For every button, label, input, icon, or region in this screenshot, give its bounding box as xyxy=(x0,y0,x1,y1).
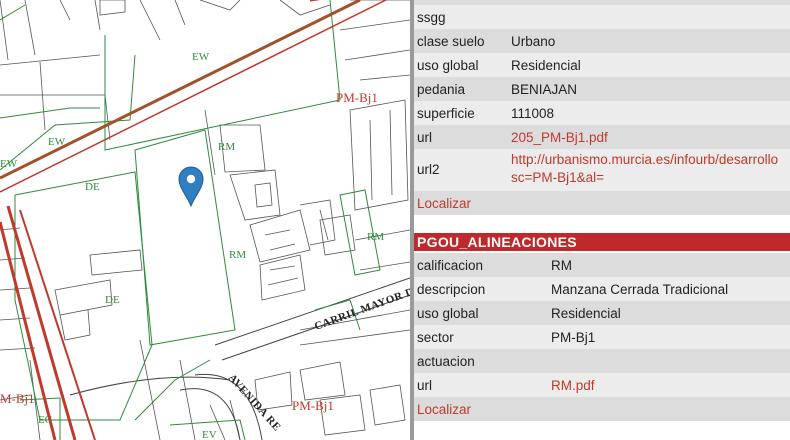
section-alineaciones: PGOU_ALINEACIONES calificacion RM descri… xyxy=(414,233,790,421)
map-pin-icon[interactable] xyxy=(178,166,204,208)
pdf-link[interactable]: 205_PM-Bj1.pdf xyxy=(511,130,790,145)
link-line-2: sc=PM-Bj1&al= xyxy=(511,170,605,185)
attr-row-url2: url2 http://urbanismo.murcia.es/infourb/… xyxy=(414,149,790,191)
attr-row-pedania: pedania BENIAJAN xyxy=(414,77,790,101)
attr-value: 111008 xyxy=(511,105,555,121)
zone-label-ew: EW xyxy=(48,136,66,148)
attr-value: Manzana Cerrada Tradicional xyxy=(551,281,729,297)
attr-value: BENIAJAN xyxy=(511,81,578,97)
section-title: PGOU_ALINEACIONES xyxy=(414,233,790,253)
attr-row-actuacion: actuacion xyxy=(414,349,790,373)
sector-label-pm-bj1: PM-Bj1 xyxy=(336,90,378,105)
map-view[interactable]: EW EW EW DE DE RM RM RM EG EV PM-Bj1 PM-… xyxy=(0,0,410,440)
attr-key: pedania xyxy=(417,81,466,97)
attr-key: uso global xyxy=(417,305,479,321)
attr-key: descripcion xyxy=(417,281,486,297)
attr-row-url: url 205_PM-Bj1.pdf xyxy=(414,125,790,149)
localizar-link[interactable]: Localizar xyxy=(414,191,790,215)
attr-key: ssgg xyxy=(417,9,446,25)
info-panel: ssgg clase suelo Urbano uso global Resid… xyxy=(414,0,790,440)
zone-label-rm: RM xyxy=(218,141,235,153)
zone-label-ew: EW xyxy=(0,158,18,170)
attr-row-clase-suelo: clase suelo Urbano xyxy=(414,29,790,53)
zone-label-de: DE xyxy=(85,181,100,193)
road-label-avenida: AVENIDA RE xyxy=(226,372,283,434)
sector-label-pm-bj1: M-Bj1 xyxy=(0,391,35,406)
attr-value: PM-Bj1 xyxy=(551,329,596,345)
zone-label-eg: EG xyxy=(38,414,53,426)
attr-key: uso global xyxy=(417,57,479,73)
attr-row-ssgg: ssgg xyxy=(414,5,790,29)
zone-label-ew: EW xyxy=(192,51,210,63)
attr-row-descripcion: descripcion Manzana Cerrada Tradicional xyxy=(414,277,790,301)
attr-row-superficie: superficie 111008 xyxy=(414,101,790,125)
attr-row-calificacion: calificacion RM xyxy=(414,253,790,277)
attr-value: Residencial xyxy=(551,305,621,321)
section-gap xyxy=(414,215,790,233)
road-label-carril: CARRIL MAYOR D xyxy=(313,286,410,333)
attr-key: clase suelo xyxy=(417,33,485,49)
attr-row-uso-global: uso global Residencial xyxy=(414,301,790,325)
attr-key: calificacion xyxy=(417,257,484,273)
external-link[interactable]: http://urbanismo.murcia.es/infourb/desar… xyxy=(511,149,790,187)
attr-value: Residencial xyxy=(511,57,581,73)
zone-label-de: DE xyxy=(105,294,120,306)
link-line-1: http://urbanismo.murcia.es/infourb/desar… xyxy=(511,152,779,167)
attr-value: Urbano xyxy=(511,33,556,49)
attr-key: superficie xyxy=(417,105,475,121)
map-canvas[interactable]: EW EW EW DE DE RM RM RM EG EV PM-Bj1 PM-… xyxy=(0,0,410,440)
attr-row-sector: sector PM-Bj1 xyxy=(414,325,790,349)
zone-label-rm: RM xyxy=(229,249,246,261)
zone-label-rm: RM xyxy=(367,231,384,243)
attr-key: url2 xyxy=(417,162,440,177)
attr-key: actuacion xyxy=(417,353,475,369)
pdf-link[interactable]: RM.pdf xyxy=(551,378,790,393)
attr-key: url xyxy=(417,129,433,145)
localizar-link[interactable]: Localizar xyxy=(414,397,790,421)
attr-row-uso-global: uso global Residencial xyxy=(414,53,790,77)
attr-key: sector xyxy=(417,329,454,345)
attr-row-url: url RM.pdf xyxy=(414,373,790,397)
zone-label-ev: EV xyxy=(202,429,217,440)
attr-key: url xyxy=(417,377,433,393)
attr-value: RM xyxy=(551,257,572,273)
section-features: ssgg clase suelo Urbano uso global Resid… xyxy=(414,5,790,215)
sector-label-pm-bj1: PM-Bj1 xyxy=(292,398,334,413)
